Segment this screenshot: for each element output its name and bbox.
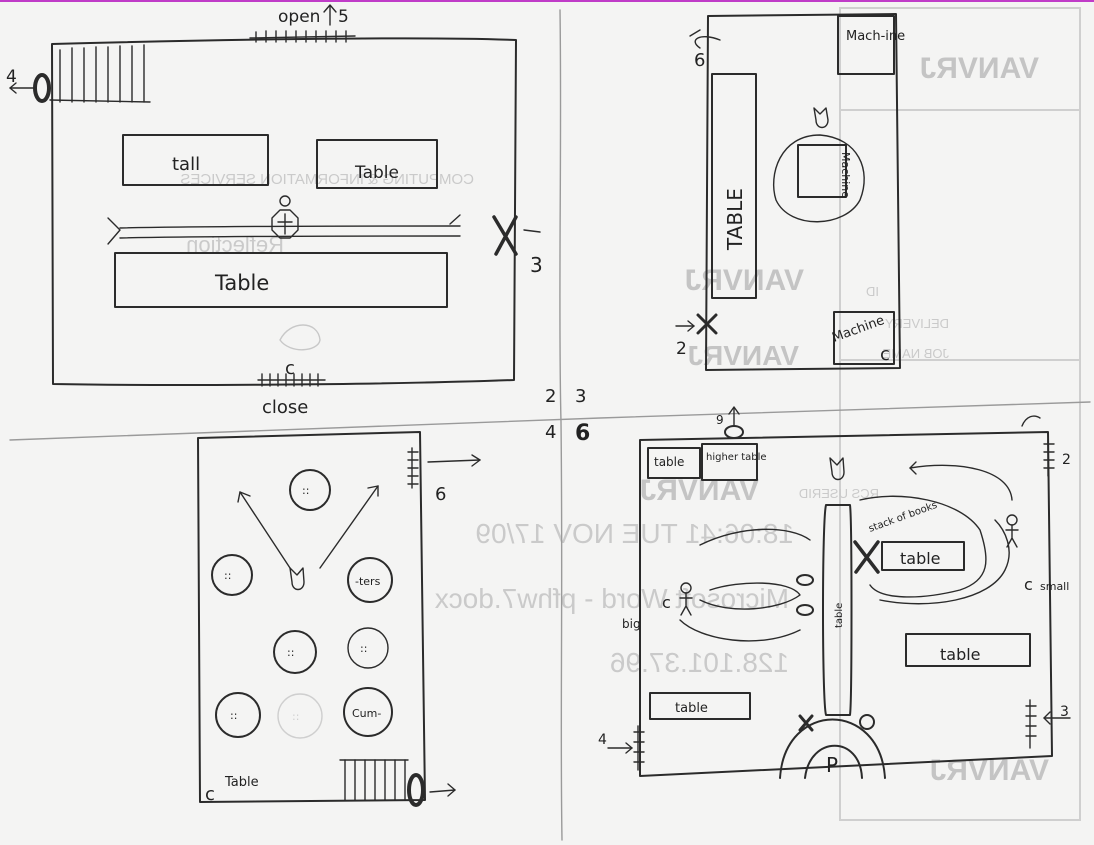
oval-marker-1 xyxy=(796,574,814,586)
svg-text:table: table xyxy=(940,645,981,664)
x-marker-stack xyxy=(853,540,880,574)
pawn-marker-bottom-left: c xyxy=(205,784,215,805)
floor-plan-sketch: VANVRJ VANVRJ VANVRJ VANVRJ VANVRJ COMPU… xyxy=(6,4,1091,841)
open-count: 5 xyxy=(338,7,349,27)
pawn-marker-big: c xyxy=(662,593,671,612)
watermark-brand-2: VANVRJ xyxy=(685,264,804,297)
svg-text:Cum-: Cum- xyxy=(352,707,381,720)
gate-label: P xyxy=(826,753,838,777)
room-bottom-left: 6 :: :: :: -ters :: :: :: Cum- c Table xyxy=(197,431,481,807)
oval-marker-3 xyxy=(859,714,875,730)
door-right-number: 3 xyxy=(530,253,543,277)
exit-left-number: 4 xyxy=(598,732,607,748)
machine-top-label: Mach-ine xyxy=(846,29,905,44)
top-door-knob xyxy=(724,425,744,439)
pawn-marker-small: c xyxy=(1024,575,1033,594)
label-small: small xyxy=(1040,580,1069,593)
watermark-frame xyxy=(839,7,1081,821)
watermark-id: ID xyxy=(866,284,879,299)
svg-text:higher table: higher table xyxy=(706,452,767,463)
exit-number-top-right: 2 xyxy=(1062,452,1071,468)
room-top-left: open 5 4 tall Table Table 3 c close xyxy=(6,4,543,418)
machine-top xyxy=(837,15,895,75)
room-outline xyxy=(197,431,426,803)
right-door-ticks xyxy=(407,447,419,489)
table-long-label: Table xyxy=(214,271,269,295)
entry-number: 2 xyxy=(676,339,687,359)
table-vertical-label: TABLE xyxy=(723,188,747,251)
svg-text:::: :: xyxy=(230,709,237,722)
watermark-ip: 128.101.37.96 xyxy=(610,647,789,678)
table-right-label: Table xyxy=(354,163,399,183)
center-number-4: 4 xyxy=(545,422,556,443)
svg-text:::: :: xyxy=(360,642,367,655)
watermark-timestamp: 18:06:41 TUE NOV 17/09 xyxy=(475,518,794,549)
machine-center-label: Machine xyxy=(839,152,852,198)
machine-bottom-label: Machine xyxy=(830,313,886,346)
table-long xyxy=(114,252,448,308)
watermark-brand-1: VANVRJ xyxy=(920,52,1039,85)
circle-ghost xyxy=(277,693,323,739)
exit-number-top-right: 6 xyxy=(694,50,705,71)
exit-number-bottom-left: 6 xyxy=(435,484,446,505)
svg-text:table: table xyxy=(900,549,941,568)
x-marker-right xyxy=(492,215,518,256)
svg-text:::: :: xyxy=(224,569,231,582)
exit-right-number: 3 xyxy=(1060,704,1069,720)
table-tall-label: tall xyxy=(172,154,200,175)
center-number-6: 6 xyxy=(575,421,590,446)
close-label: close xyxy=(262,397,308,418)
svg-text:-ters: -ters xyxy=(355,575,381,588)
circle-center xyxy=(273,630,317,674)
table-label-bottom-left: Table xyxy=(224,775,259,790)
pawn-marker-top-right: c xyxy=(880,344,890,365)
circle-bottom-left xyxy=(215,692,261,738)
svg-text:::: :: xyxy=(287,646,294,659)
watermark-brand-3: VANVRJ xyxy=(687,340,799,371)
watermark-jobname: JOB NAME xyxy=(882,346,949,361)
svg-text:table: table xyxy=(675,701,708,716)
room-top-right: 6 Mach-ine TABLE Machine Machine c 2 xyxy=(675,13,905,371)
machine-center xyxy=(797,144,847,198)
center-number-2: 2 xyxy=(545,386,556,407)
cat-icon xyxy=(813,107,829,129)
top-door-hatch xyxy=(249,30,356,43)
cat-icon xyxy=(829,457,845,481)
bottom-door-stripes xyxy=(339,759,409,801)
oval-marker-2 xyxy=(796,604,814,616)
stack-label: stack of books xyxy=(867,500,939,535)
room-bottom-right: 9 table higher table table stack of book… xyxy=(598,406,1071,779)
open-label: open xyxy=(278,7,320,27)
circle-mid-left xyxy=(211,554,253,596)
label-big: big xyxy=(622,617,641,631)
svg-text:table: table xyxy=(654,455,684,469)
left-door-stripes xyxy=(49,44,151,103)
circle-top xyxy=(289,469,331,511)
watermark: VANVRJ VANVRJ VANVRJ VANVRJ VANVRJ COMPU… xyxy=(180,7,1081,821)
left-door-knob xyxy=(33,73,51,103)
center-number-3: 3 xyxy=(575,386,586,407)
center-numbers: 2 3 4 6 xyxy=(545,386,590,446)
top-exit-number: 9 xyxy=(716,413,724,427)
svg-text:::: :: xyxy=(302,484,309,497)
cat-icon xyxy=(289,567,305,591)
svg-text:table: table xyxy=(834,603,845,628)
svg-text:::: :: xyxy=(292,710,299,723)
circle-right-lower xyxy=(347,627,389,669)
